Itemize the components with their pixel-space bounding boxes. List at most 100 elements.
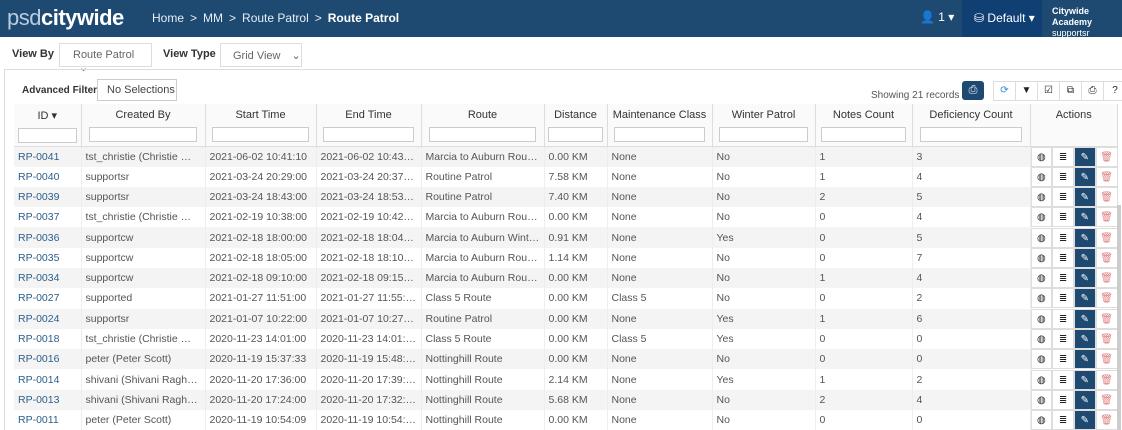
breadcrumb-route-patrol[interactable]: Route Patrol <box>242 11 309 25</box>
table-row[interactable]: RP-0041tst_christie (Christie Wiggers)20… <box>14 146 1118 167</box>
column-header[interactable]: Distance <box>544 104 608 147</box>
cell-id[interactable]: RP-0041 <box>14 146 82 167</box>
delete-icon[interactable]: 🗑 <box>1095 308 1118 329</box>
cell-id[interactable]: RP-0014 <box>14 369 82 390</box>
edit-icon[interactable]: ✎ <box>1074 186 1096 207</box>
column-filter-input[interactable] <box>88 127 198 142</box>
cell-id[interactable]: RP-0024 <box>14 308 82 329</box>
table-row[interactable]: RP-0018tst_christie (Christie Wiggers)20… <box>14 328 1118 350</box>
edit-icon[interactable]: ✎ <box>1074 349 1096 370</box>
delete-icon[interactable]: 🗑 <box>1095 146 1118 167</box>
delete-icon[interactable]: 🗑 <box>1095 410 1118 430</box>
column-header[interactable]: Created By <box>81 104 206 147</box>
list-icon[interactable]: ≣ <box>1052 369 1074 390</box>
edit-icon[interactable]: ✎ <box>1074 410 1096 430</box>
edit-icon[interactable]: ✎ <box>1074 308 1096 329</box>
list-icon[interactable]: ≣ <box>1052 146 1074 167</box>
column-filter-input[interactable] <box>428 127 537 142</box>
edit-icon[interactable]: ✎ <box>1074 369 1096 390</box>
delete-icon[interactable]: 🗑 <box>1095 186 1118 207</box>
delete-icon[interactable]: 🗑 <box>1095 166 1118 187</box>
column-filter-input[interactable] <box>322 127 415 142</box>
breadcrumb-home[interactable]: Home <box>152 11 184 25</box>
list-icon[interactable]: ≣ <box>1052 247 1074 268</box>
map-globe-icon[interactable]: ◍ <box>1030 186 1053 207</box>
edit-icon[interactable]: ✎ <box>1074 227 1096 248</box>
map-globe-icon[interactable]: ◍ <box>1030 410 1053 430</box>
column-filter-input[interactable] <box>17 128 77 143</box>
edit-icon[interactable]: ✎ <box>1074 207 1096 228</box>
table-row[interactable]: RP-0040 supportsr 2021-03-24 20:29:00 2021-… <box>14 166 1118 187</box>
table-row[interactable]: RP-0011 peter (Peter Scott) 2020-11-19 10:… <box>14 410 1118 430</box>
map-globe-icon[interactable]: ◍ <box>1030 389 1053 410</box>
table-row[interactable]: RP-0039 supportsr 2021-03-24 18:43:00 2021-… <box>14 186 1118 208</box>
delete-icon[interactable]: 🗑 <box>1095 227 1118 248</box>
column-filter-input[interactable] <box>821 127 906 142</box>
column-filter-input[interactable] <box>212 127 309 142</box>
advanced-filter-button[interactable]: No Selections <box>97 79 177 101</box>
cell-id[interactable]: RP-0027 <box>14 288 82 309</box>
delete-icon[interactable]: 🗑 <box>1095 268 1118 289</box>
view-type-select[interactable]: Grid View ⌄ <box>220 43 302 67</box>
edit-icon[interactable]: ✎ <box>1074 329 1096 350</box>
column-header[interactable]: Maintenance Class <box>607 104 713 147</box>
list-icon[interactable]: ≣ <box>1052 227 1074 248</box>
edit-icon[interactable]: ✎ <box>1074 166 1096 187</box>
column-filter-input[interactable] <box>919 127 1023 142</box>
table-row[interactable]: RP-0034 supportcw 2021-02-18 09:10:00 2021-… <box>14 267 1118 289</box>
copy-icon[interactable]: ⧉ <box>1060 82 1082 100</box>
map-globe-icon[interactable]: ◍ <box>1030 166 1053 187</box>
list-icon[interactable]: ≣ <box>1052 186 1074 207</box>
table-row[interactable]: RP-0013 shivani (Shivani Raghav) 2020-11-2… <box>14 389 1118 411</box>
column-header[interactable]: Deficiency Count <box>912 104 1031 147</box>
list-icon[interactable]: ≣ <box>1052 329 1074 350</box>
column-header[interactable]: Winter Patrol <box>712 104 816 147</box>
edit-icon[interactable]: ✎ <box>1074 288 1096 309</box>
print-button[interactable]: ⎙ <box>962 81 984 100</box>
map-globe-icon[interactable]: ◍ <box>1030 288 1053 309</box>
column-header[interactable]: ID ▾ <box>14 104 82 147</box>
filter-icon[interactable]: ▼ <box>1016 82 1038 100</box>
cell-id[interactable]: RP-0040 <box>14 166 82 187</box>
delete-icon[interactable]: 🗑 <box>1095 329 1118 350</box>
delete-icon[interactable]: 🗑 <box>1095 389 1118 410</box>
table-row[interactable]: RP-0035 supportcw 2021-02-18 18:05:00 2021-… <box>14 247 1118 268</box>
users-menu[interactable]: 👤 1 ▾ <box>920 10 954 24</box>
edit-icon[interactable]: ✎ <box>1074 146 1096 167</box>
table-row[interactable]: RP-0014 shivani (Shivani Raghav) 2020-11-2… <box>14 369 1118 390</box>
cell-id[interactable]: RP-0037 <box>14 207 82 228</box>
cell-id[interactable]: RP-0034 <box>14 267 82 289</box>
list-icon[interactable]: ≣ <box>1052 349 1074 370</box>
breadcrumb-mm[interactable]: MM <box>203 11 223 25</box>
column-filter-input[interactable] <box>718 127 809 142</box>
refresh-icon[interactable]: ⟳ <box>994 82 1016 100</box>
cell-id[interactable]: RP-0011 <box>14 410 82 430</box>
column-header[interactable]: Start Time <box>205 104 317 147</box>
help-icon[interactable]: ? <box>1104 82 1122 100</box>
cell-id[interactable]: RP-0035 <box>14 247 82 268</box>
delete-icon[interactable]: 🗑 <box>1095 247 1118 268</box>
cell-id[interactable]: RP-0018 <box>14 328 82 350</box>
list-icon[interactable]: ≣ <box>1052 288 1074 309</box>
delete-icon[interactable]: 🗑 <box>1095 288 1118 309</box>
map-globe-icon[interactable]: ◍ <box>1030 146 1053 167</box>
map-globe-icon[interactable]: ◍ <box>1030 349 1053 370</box>
cell-id[interactable]: RP-0013 <box>14 389 82 411</box>
delete-icon[interactable]: 🗑 <box>1095 207 1118 228</box>
scrollbar[interactable] <box>1117 205 1121 430</box>
view-by-select[interactable]: Route Patrol ⌄ <box>59 43 152 74</box>
table-row[interactable]: RP-0024 supportsr 2021-01-07 10:22:00 2021-… <box>14 308 1118 329</box>
check-icon[interactable]: ☑ <box>1038 82 1060 100</box>
column-header[interactable]: End Time <box>316 104 422 147</box>
column-filter-input[interactable] <box>548 127 603 142</box>
map-globe-icon[interactable]: ◍ <box>1030 329 1053 350</box>
database-menu[interactable]: ⛁ Default ▾ <box>962 0 1042 37</box>
column-filter-input[interactable] <box>613 127 706 142</box>
column-header[interactable]: Route <box>421 104 545 147</box>
list-icon[interactable]: ≣ <box>1052 389 1074 410</box>
table-row[interactable]: RP-0037tst_christie (Christie Wiggers)20… <box>14 207 1118 228</box>
cell-id[interactable]: RP-0039 <box>14 186 82 208</box>
map-globe-icon[interactable]: ◍ <box>1030 207 1053 228</box>
edit-icon[interactable]: ✎ <box>1074 268 1096 289</box>
logo[interactable]: psdcitywide <box>7 5 124 31</box>
